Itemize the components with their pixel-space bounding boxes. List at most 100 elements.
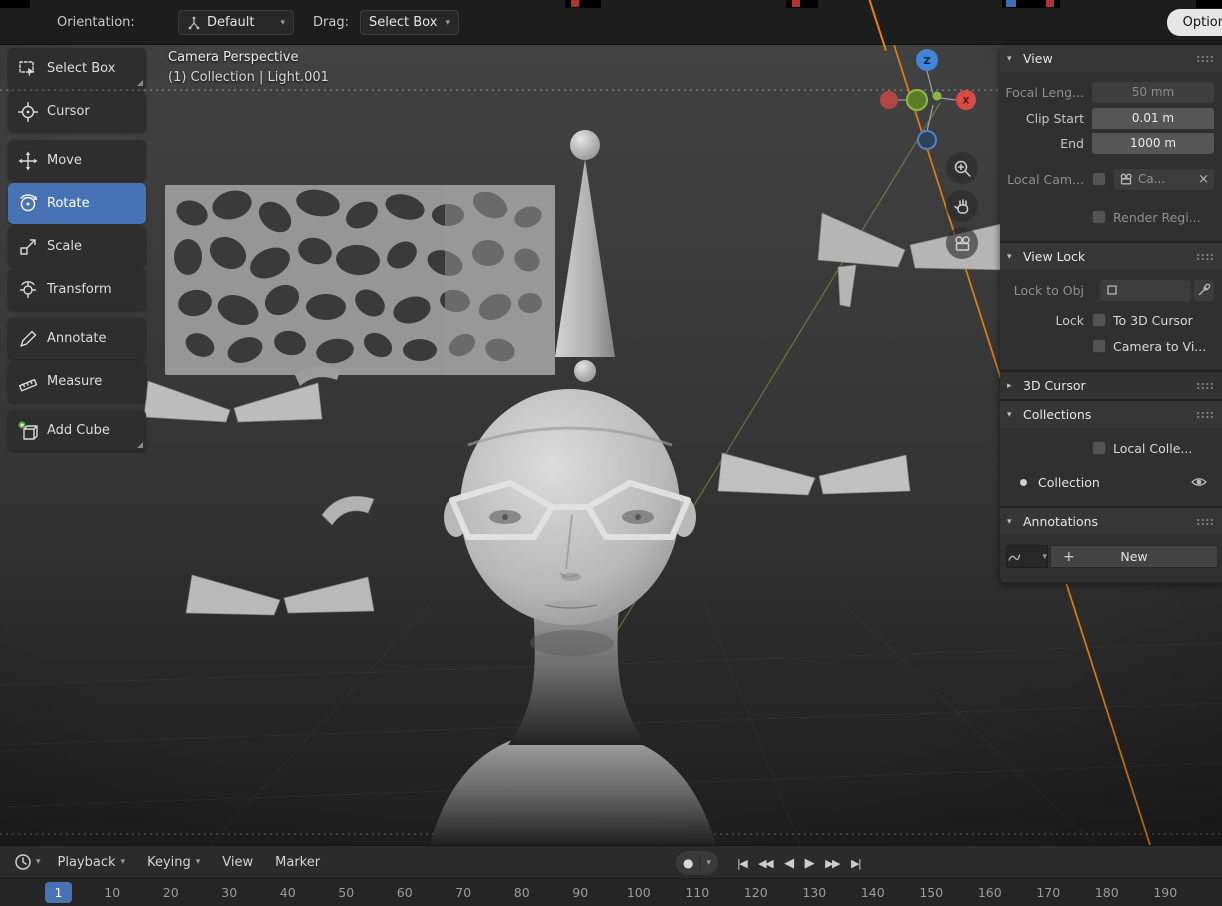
next-keyframe-button[interactable]: ▶▶	[821, 854, 843, 873]
lock-to-object-row: Lock to Obj	[1000, 278, 1218, 302]
panel-collections: ▾ Collections Local Colle... Collection	[1000, 401, 1222, 506]
chevron-down-icon: ▾	[280, 17, 285, 28]
focal-length-field[interactable]: 50 mm	[1092, 81, 1214, 103]
tool-measure[interactable]: Measure	[8, 361, 146, 402]
options-button[interactable]: Option	[1166, 9, 1222, 36]
gizmo-axis-neg-y[interactable]	[905, 88, 929, 112]
select-box-icon	[19, 60, 35, 77]
screen-artifact	[1006, 0, 1016, 7]
auto-keying-button[interactable]: ● ▾	[676, 851, 719, 875]
chevron-down-icon: ▾	[36, 857, 41, 867]
chevron-down-icon[interactable]: ▾	[706, 858, 711, 868]
local-camera-checkbox[interactable]	[1092, 172, 1106, 186]
gizmo-axis-y[interactable]	[932, 91, 942, 101]
menu-view[interactable]: View	[211, 846, 264, 878]
render-region-checkbox[interactable]	[1092, 210, 1106, 224]
clip-start-field[interactable]: 0.01 m	[1092, 107, 1214, 129]
sidebar-n-panel: ▾ View Focal Leng... 50 mm Clip Start 0.…	[1000, 45, 1222, 584]
panel-grip-icon[interactable]	[1196, 252, 1214, 261]
zoom-button[interactable]	[946, 152, 978, 184]
panel-collections-header[interactable]: ▾ Collections	[1000, 401, 1222, 428]
clear-camera-x-icon[interactable]: ×	[1198, 172, 1209, 187]
prev-keyframe-button[interactable]: ◀◀	[754, 854, 776, 873]
timeline-header: ▾ Playback ▾ Keying ▾ View Marker ● ▾ |◀…	[0, 845, 1222, 878]
viewport-overlay-text: Camera Perspective (1) Collection | Ligh…	[168, 50, 329, 85]
clip-start-row: Clip Start 0.01 m	[1000, 106, 1218, 130]
stroke-icon	[1008, 553, 1021, 561]
tool-rotate[interactable]: Rotate	[8, 183, 146, 224]
navigation-gizmo[interactable]: X Z	[870, 45, 990, 165]
panel-3d-cursor-header[interactable]: ▸ 3D Cursor	[1000, 372, 1222, 399]
eyedropper-button[interactable]	[1194, 279, 1214, 301]
chevron-down-icon: ▾	[1007, 516, 1012, 527]
move-icon	[18, 151, 38, 170]
collection-dot-icon	[1020, 478, 1027, 486]
panel-view: ▾ View Focal Leng... 50 mm Clip Start 0.…	[1000, 45, 1222, 241]
pan-button[interactable]	[946, 190, 978, 222]
tool-annotate[interactable]: Annotate	[8, 318, 146, 359]
panel-annotations-header[interactable]: ▾ Annotations	[1000, 508, 1222, 535]
viewport-3d[interactable]: Camera Perspective (1) Collection | Ligh…	[0, 45, 1222, 845]
eye-visibility-icon[interactable]	[1190, 473, 1208, 491]
chevron-down-icon: ▾	[195, 857, 201, 867]
panel-view-header[interactable]: ▾ View	[1000, 45, 1222, 72]
object-icon	[1107, 285, 1117, 295]
chevron-down-icon: ▾	[1042, 551, 1047, 562]
camera-view-button[interactable]	[946, 227, 978, 259]
lock-3d-cursor-row: Lock To 3D Cursor	[1055, 312, 1193, 328]
jump-to-end-button[interactable]: ▶|	[847, 854, 864, 873]
menu-playback[interactable]: Playback ▾	[47, 846, 137, 878]
drag-value: Select Box	[369, 15, 438, 30]
drag-label: Drag:	[313, 15, 349, 30]
local-camera-field[interactable]: Ca... ×	[1114, 168, 1214, 190]
drag-dropdown[interactable]: Select Box ▾	[360, 10, 459, 35]
gizmo-x-label: X	[963, 97, 970, 107]
record-icon: ●	[683, 856, 694, 870]
current-frame-indicator[interactable]: 1	[45, 882, 72, 903]
to-3d-cursor-checkbox[interactable]	[1092, 313, 1106, 327]
focal-length-row: Focal Leng... 50 mm	[1000, 80, 1218, 104]
tool-transform[interactable]: Transform	[8, 269, 146, 310]
gizmo-axis-neg-x[interactable]	[880, 91, 898, 109]
play-reverse-button[interactable]: ◀	[780, 853, 797, 874]
lock-to-object-field[interactable]	[1100, 279, 1191, 301]
tool-select-box[interactable]: Select Box	[8, 48, 146, 89]
camera-to-view-checkbox[interactable]	[1092, 339, 1106, 353]
screen-artifact	[792, 0, 800, 7]
menu-marker[interactable]: Marker	[264, 846, 331, 878]
tool-cursor[interactable]: Cursor	[8, 91, 146, 132]
chevron-down-icon: ▾	[1007, 251, 1012, 262]
editor-type-button[interactable]: ▾	[8, 853, 47, 871]
tool-move[interactable]: Move	[8, 140, 146, 181]
collection-list-item[interactable]: Collection	[1000, 468, 1218, 496]
annotation-new-button[interactable]: + New	[1050, 545, 1218, 568]
render-region-row: Render Regi...	[1000, 205, 1218, 229]
panel-grip-icon[interactable]	[1196, 54, 1214, 63]
orientation-dropdown[interactable]: Default ▾	[178, 10, 294, 35]
gizmo-axis-neg-z[interactable]	[916, 129, 938, 151]
frame-ruler[interactable]: 1 10 20 30 40 50 60 70 80 90 100 110 120…	[0, 878, 1222, 906]
panel-grip-icon[interactable]	[1196, 410, 1214, 419]
screen-artifact	[1046, 0, 1054, 7]
camera-icon	[1120, 173, 1132, 185]
play-button[interactable]: ▶	[801, 853, 818, 874]
tool-settings-bar: Orientation: Default ▾ Drag: Select Box …	[0, 0, 1222, 51]
tool-add-cube[interactable]: Add Cube	[8, 410, 146, 451]
annotation-stroke-button[interactable]: ▾	[1006, 545, 1048, 568]
tool-scale[interactable]: Scale	[8, 226, 146, 267]
panel-grip-icon[interactable]	[1196, 381, 1214, 390]
scale-icon	[20, 238, 36, 255]
panel-view-lock-header[interactable]: ▾ View Lock	[1000, 243, 1222, 270]
local-collections-checkbox[interactable]	[1092, 441, 1106, 455]
blender-window: Orientation: Default ▾ Drag: Select Box …	[0, 0, 1222, 906]
local-camera-row: Local Cam... Ca... ×	[1000, 167, 1218, 191]
clip-end-field[interactable]: 1000 m	[1092, 132, 1214, 154]
playback-controls: |◀ ◀◀ ◀ ▶ ▶▶ ▶|	[733, 851, 864, 875]
jump-to-start-button[interactable]: |◀	[733, 854, 750, 873]
chevron-right-icon: ▸	[1007, 380, 1012, 391]
menu-keying[interactable]: Keying ▾	[136, 846, 211, 878]
screen-artifact	[0, 0, 30, 8]
screen-artifact	[1196, 0, 1222, 8]
panel-grip-icon[interactable]	[1196, 517, 1214, 526]
light-path-line	[867, 0, 887, 51]
